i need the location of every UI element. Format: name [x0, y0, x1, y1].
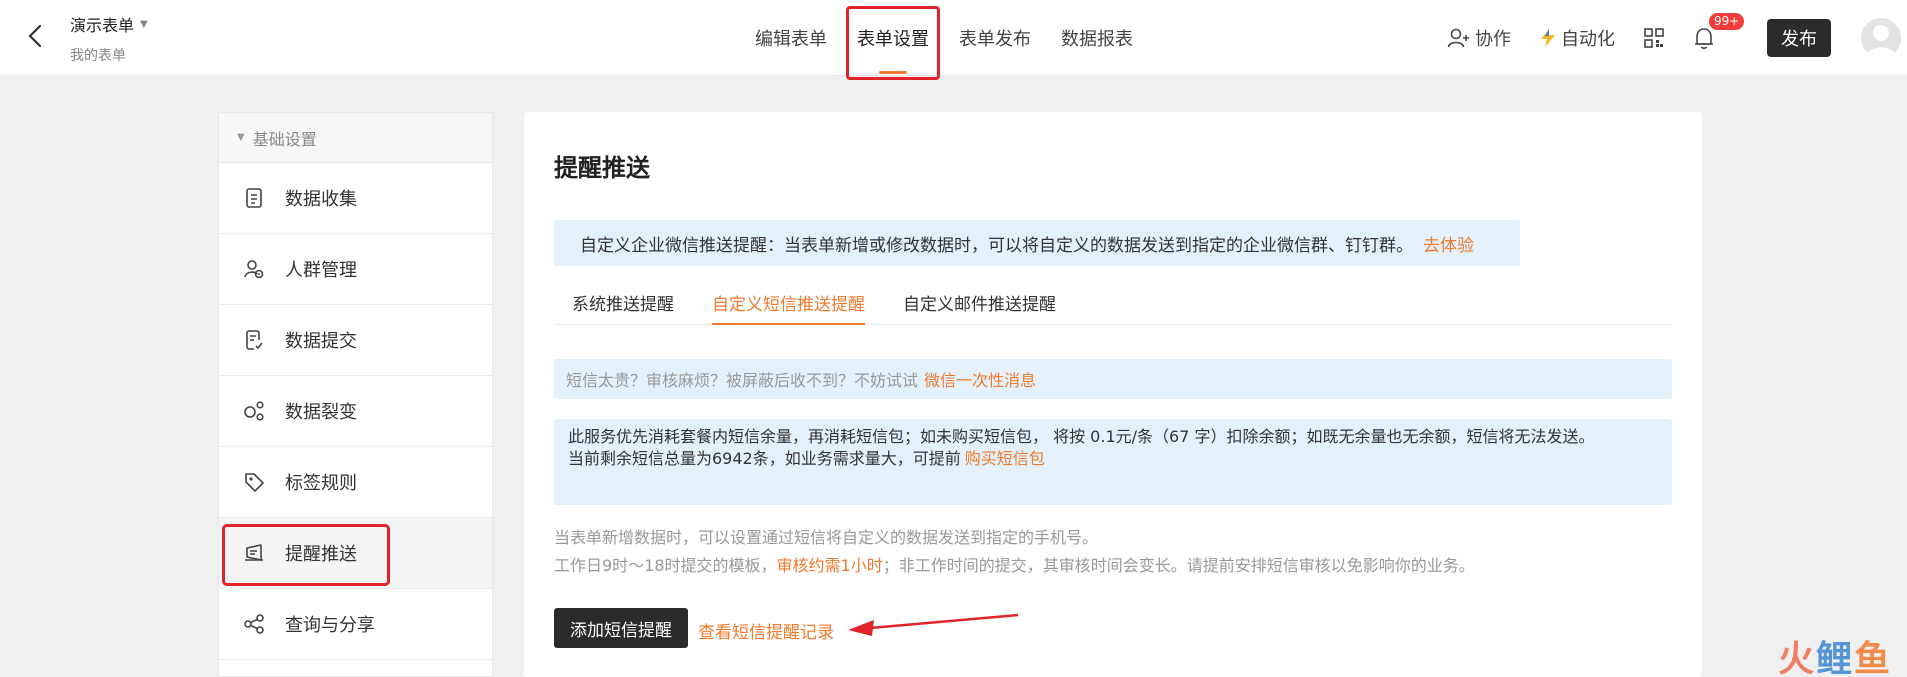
automation-label: 自动化 [1561, 29, 1615, 50]
try-it-link[interactable]: 去体验 [1423, 231, 1474, 256]
collab-button[interactable]: 协作 [1447, 25, 1511, 51]
watermark-char: 鱼 [1854, 639, 1891, 677]
wechat-message-link[interactable]: 微信一次性消息 [924, 367, 1036, 391]
promo-text: 自定义企业微信推送提醒：当表单新增或修改数据时，可以将自定义的数据发送到指定的企… [580, 235, 1413, 256]
desc-line-2: 工作日9时～18时提交的模板，审核约需1小时；非工作时间的提交，其审核时间会变长… [554, 552, 1475, 580]
sidebar-item-data-collection[interactable]: 数据收集 [219, 163, 492, 234]
sidebar-item-label: 查询与分享 [285, 615, 375, 636]
tab-system-push[interactable]: 系统推送提醒 [554, 280, 692, 324]
tab-custom-email[interactable]: 自定义邮件推送提醒 [885, 280, 1074, 324]
sidebar-section-title: 基础设置 [252, 129, 317, 149]
tab-custom-sms[interactable]: 自定义短信推送提醒 [694, 280, 883, 325]
sidebar-item-data-submit[interactable]: 数据提交 [219, 305, 492, 376]
buy-sms-package-link[interactable]: 购买短信包 [965, 449, 1045, 468]
submit-doc-icon [243, 329, 265, 351]
sms-description: 当表单新增数据时，可以设置通过短信将自定义的数据发送到指定的手机号。 工作日9时… [554, 524, 1475, 580]
form-title-text: 演示表单 [70, 16, 135, 35]
share-icon [243, 613, 265, 635]
add-user-icon [1447, 28, 1469, 48]
publish-button[interactable]: 发布 [1767, 19, 1831, 57]
settings-sidebar: ▼ 基础设置 数据收集 人群管理 数据提交 数据裂变 标签规则 提醒推送 查询与… [218, 112, 493, 677]
sidebar-item-query-share[interactable]: 查询与分享 [219, 589, 492, 660]
info-line-1: 此服务优先消耗套餐内短信余量，再消耗短信包；如未购买短信包， 将按 0.1元/条… [568, 427, 1595, 446]
caret-down-icon: ▼ [140, 18, 148, 30]
sidebar-item-reminder-push[interactable]: 提醒推送 [219, 518, 492, 589]
reminder-subtabs: 系统推送提醒 自定义短信推送提醒 自定义邮件推送提醒 [554, 280, 1672, 325]
bell-icon [1695, 28, 1713, 49]
sidebar-item-data-fission[interactable]: 数据裂变 [219, 376, 492, 447]
info-line-2-wrapper: 当前剩余短信总量为6942条，如业务需求量大，可提前 购买短信包 [568, 448, 1660, 470]
sidebar-item-label: 数据收集 [285, 189, 357, 210]
notify-icon [243, 542, 265, 564]
main-nav: 编辑表单 表单设置 表单发布 数据报表 [740, 0, 1148, 76]
tab-data-report[interactable]: 数据报表 [1046, 0, 1148, 76]
sidebar-item-label: 标签规则 [285, 473, 357, 494]
page-title: 提醒推送 [554, 154, 650, 182]
watermark-char: 鲤 [1816, 639, 1853, 677]
user-group-icon [243, 258, 265, 280]
form-title[interactable]: 演示表单 ▼ [70, 12, 148, 36]
sidebar-section-header[interactable]: ▼ 基础设置 [219, 113, 492, 163]
header-actions: 协作 自动化 99+ 发布 [1447, 0, 1907, 76]
fission-icon [243, 400, 265, 422]
info-line-2: 当前剩余短信总量为6942条，如业务需求量大，可提前 [568, 449, 961, 468]
desc-line-1: 当表单新增数据时，可以设置通过短信将自定义的数据发送到指定的手机号。 [554, 528, 1099, 547]
top-header: 演示表单 ▼ 我的表单 编辑表单 表单设置 表单发布 数据报表 协作 自动化 9… [0, 0, 1907, 80]
add-sms-reminder-button[interactable]: 添加短信提醒 [554, 608, 688, 648]
watermark-char: 火 [1778, 639, 1815, 677]
main-panel: 提醒推送 自定义企业微信推送提醒：当表单新增或修改数据时，可以将自定义的数据发送… [524, 112, 1702, 677]
sms-info-box: 此服务优先消耗套餐内短信余量，再消耗短信包；如未购买短信包， 将按 0.1元/条… [554, 419, 1672, 505]
notification-badge: 99+ [1709, 13, 1745, 30]
sidebar-item-tag-rules[interactable]: 标签规则 [219, 447, 492, 518]
tag-icon [243, 471, 265, 493]
grid-icon [1644, 28, 1664, 48]
tab-edit-form[interactable]: 编辑表单 [740, 0, 842, 76]
sidebar-item-label: 提醒推送 [285, 544, 357, 565]
sidebar-item-label: 人群管理 [285, 260, 357, 281]
promo-banner: 自定义企业微信推送提醒：当表单新增或修改数据时，可以将自定义的数据发送到指定的企… [554, 220, 1520, 266]
caret-down-icon: ▼ [237, 132, 245, 143]
view-sms-records-link[interactable]: 查看短信提醒记录 [698, 618, 834, 643]
lightning-icon [1541, 29, 1555, 47]
user-avatar-icon [1865, 25, 1897, 58]
tip-text: 短信太贵？审核麻烦？被屏蔽后收不到？不妨试试 [566, 371, 919, 390]
watermark-logo: 火 鲤 鱼 [1778, 630, 1890, 677]
notification-button[interactable]: 99+ [1693, 13, 1745, 50]
form-subtitle: 我的表单 [70, 48, 126, 64]
avatar[interactable] [1861, 18, 1901, 58]
chevron-left-icon [28, 24, 42, 48]
apps-grid-button[interactable] [1643, 27, 1665, 49]
review-time-highlight: 审核约需1小时 [776, 556, 883, 575]
sidebar-item-label: 数据提交 [285, 331, 357, 352]
desc-line-2-suffix: ；非工作时间的提交，其审核时间会变长。请提前安排短信审核以免影响你的业务。 [882, 556, 1475, 575]
document-icon [243, 187, 265, 209]
collab-label: 协作 [1475, 29, 1511, 50]
sidebar-item-crowd-management[interactable]: 人群管理 [219, 234, 492, 305]
tab-form-settings[interactable]: 表单设置 [842, 0, 944, 76]
automation-button[interactable]: 自动化 [1539, 25, 1615, 51]
back-button[interactable] [22, 22, 48, 50]
desc-line-2-prefix: 工作日9时～18时提交的模板， [554, 556, 777, 575]
tab-form-publish[interactable]: 表单发布 [944, 0, 1046, 76]
wechat-tip-box: 短信太贵？审核麻烦？被屏蔽后收不到？不妨试试 微信一次性消息 [554, 359, 1672, 399]
sidebar-item-label: 数据裂变 [285, 402, 357, 423]
